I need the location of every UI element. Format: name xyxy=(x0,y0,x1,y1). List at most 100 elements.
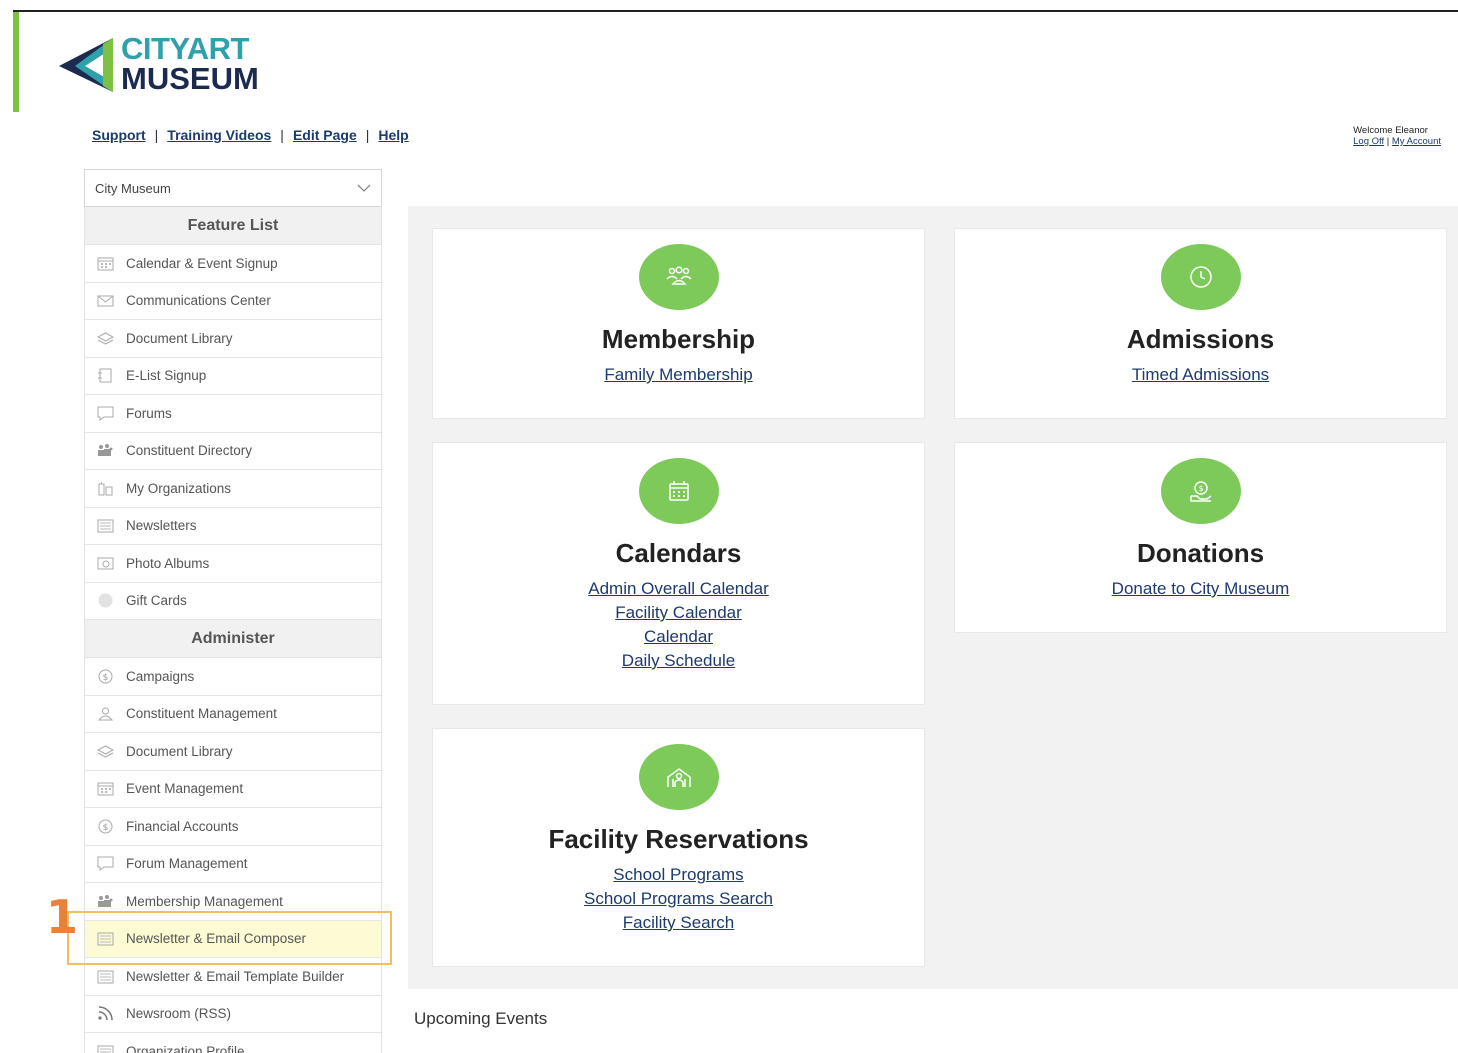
sidebar-item-organization-profile[interactable]: Organization Profile xyxy=(84,1033,382,1053)
svg-text:$: $ xyxy=(102,823,108,833)
sidebar-item-e-list-signup[interactable]: E-List Signup xyxy=(84,357,382,395)
feature-list-header: Feature List xyxy=(84,207,382,245)
family-membership-link[interactable]: Family Membership xyxy=(433,363,924,387)
facility-title: Facility Reservations xyxy=(548,824,809,854)
sidebar-item-label: Constituent Directory xyxy=(126,443,253,459)
newspaper-icon xyxy=(96,931,114,947)
support-link[interactable]: Support xyxy=(92,127,146,143)
person-icon xyxy=(96,706,114,722)
sidebar-item-document-library[interactable]: Document Library xyxy=(84,733,382,771)
envelope-icon xyxy=(96,293,114,309)
sidebar-item-constituent-management[interactable]: Constituent Management xyxy=(84,695,382,733)
school-programs-search-link[interactable]: School Programs Search xyxy=(433,887,924,911)
sidebar-item-label: Photo Albums xyxy=(126,555,210,571)
help-link[interactable]: Help xyxy=(378,127,408,143)
log-off-link[interactable]: Log Off xyxy=(1353,136,1384,147)
sidebar-item-document-library[interactable]: Document Library xyxy=(84,320,382,358)
upcoming-events-title: Upcoming Events xyxy=(414,1009,548,1028)
admissions-card: Admissions Timed Admissions xyxy=(954,228,1447,419)
sidebar-item-financial-accounts[interactable]: $ Financial Accounts xyxy=(84,808,382,846)
top-rule xyxy=(13,10,1458,12)
admissions-circle xyxy=(1160,244,1241,310)
separator: | xyxy=(154,127,159,143)
sidebar-item-label: Gift Cards xyxy=(126,593,187,609)
facility-calendar-link[interactable]: Facility Calendar xyxy=(433,601,924,625)
calendar-link[interactable]: Calendar xyxy=(433,625,924,649)
facility-icon xyxy=(666,768,691,787)
admissions-title: Admissions xyxy=(1126,324,1275,354)
calendars-circle xyxy=(638,458,719,524)
sidebar-item-newsletter-and-email-template-builder[interactable]: Newsletter & Email Template Builder xyxy=(84,958,382,996)
sidebar-item-label: Campaigns xyxy=(126,668,195,684)
welcome-text: Welcome Eleanor xyxy=(1353,125,1428,136)
people-icon xyxy=(96,443,114,459)
calendar-icon xyxy=(96,255,114,271)
facility-search-link[interactable]: Facility Search xyxy=(433,911,924,935)
sidebar-item-newsletter-and-email-composer[interactable]: Newsletter & Email Composer xyxy=(84,920,382,958)
form-icon xyxy=(96,368,114,384)
donate-link[interactable]: Donate to City Museum xyxy=(955,577,1446,601)
welcome-box: Welcome Eleanor Log Off | My Account xyxy=(1353,125,1441,147)
logo-mark-icon xyxy=(59,38,113,92)
admin-list: $ Campaigns Constituent Management Document… xyxy=(84,658,382,1053)
dollar-icon: $ xyxy=(96,818,114,834)
administer-header: Administer xyxy=(84,620,382,658)
sidebar-item-label: Newsletter & Email Template Builder xyxy=(126,968,345,984)
sidebar-item-gift-cards[interactable]: Gift Cards xyxy=(84,582,382,620)
welcome-separator: | xyxy=(1386,136,1390,147)
sidebar-item-label: Forum Management xyxy=(126,856,248,872)
sidebar-item-newsletters[interactable]: Newsletters xyxy=(84,507,382,545)
membership-title: Membership xyxy=(601,324,756,354)
donations-title: Donations xyxy=(1136,538,1265,568)
left-accent-bar xyxy=(13,12,19,112)
sidebar-item-label: Financial Accounts xyxy=(126,818,239,834)
membership-card: Membership Family Membership xyxy=(432,228,925,419)
facility-circle xyxy=(638,744,719,810)
sidebar-item-forums[interactable]: Forums xyxy=(84,395,382,433)
daily-schedule-link[interactable]: Daily Schedule xyxy=(433,649,924,673)
photo-icon xyxy=(96,555,114,571)
newspaper-icon xyxy=(96,1043,114,1053)
sidebar-item-my-organizations[interactable]: My Organizations xyxy=(84,470,382,508)
sidebar-item-communications-center[interactable]: Communications Center xyxy=(84,282,382,320)
museum-logo[interactable]: CITYART MUSEUM xyxy=(55,32,259,96)
sidebar-item-label: Communications Center xyxy=(126,293,271,309)
sidebar-item-label: Newsletters xyxy=(126,518,197,534)
sidebar-item-label: Constituent Management xyxy=(126,706,277,722)
calendar-icon xyxy=(96,781,114,797)
membership-circle xyxy=(638,244,719,310)
circle-icon xyxy=(96,593,114,609)
timed-admissions-link[interactable]: Timed Admissions xyxy=(955,363,1446,387)
sidebar-item-event-management[interactable]: Event Management xyxy=(84,770,382,808)
site-select[interactable]: City Museum xyxy=(84,169,382,207)
sidebar-item-label: Document Library xyxy=(126,743,233,759)
sidebar-item-label: Calendar & Event Signup xyxy=(126,255,278,271)
separator: | xyxy=(365,127,370,143)
sidebar-item-newsroom-rss[interactable]: Newsroom (RSS) xyxy=(84,995,382,1033)
sidebar-item-campaigns[interactable]: $ Campaigns xyxy=(84,658,382,696)
training-videos-link[interactable]: Training Videos xyxy=(167,127,271,143)
people-icon xyxy=(96,893,114,909)
donation-icon: $ xyxy=(1189,481,1211,502)
separator: | xyxy=(280,127,284,143)
edit-page-link[interactable]: Edit Page xyxy=(293,127,357,143)
my-account-link[interactable]: My Account xyxy=(1392,136,1441,147)
svg-text:$: $ xyxy=(1198,484,1203,493)
sidebar-item-forum-management[interactable]: Forum Management xyxy=(84,845,382,883)
sidebar-item-label: Organization Profile xyxy=(126,1043,245,1053)
sidebar-item-label: Forums xyxy=(126,405,172,421)
sidebar-item-membership-management[interactable]: Membership Management xyxy=(84,883,382,921)
clock-icon xyxy=(1189,266,1212,288)
calendars-title: Calendars xyxy=(615,538,742,568)
sidebar-item-label: Newsletter & Email Composer xyxy=(126,931,307,947)
admin-overall-calendar-link[interactable]: Admin Overall Calendar xyxy=(433,577,924,601)
donations-circle: $ xyxy=(1160,458,1241,524)
sidebar: City Museum Feature List Calendar & Even… xyxy=(84,169,382,1053)
stack-icon xyxy=(96,743,114,759)
school-programs-link[interactable]: School Programs xyxy=(433,863,924,887)
building-icon xyxy=(96,480,114,496)
sidebar-item-photo-albums[interactable]: Photo Albums xyxy=(84,545,382,583)
sidebar-item-label: Newsroom (RSS) xyxy=(126,1006,232,1022)
sidebar-item-calendar-and-event-signup[interactable]: Calendar & Event Signup xyxy=(84,245,382,283)
sidebar-item-constituent-directory[interactable]: Constituent Directory xyxy=(84,432,382,470)
